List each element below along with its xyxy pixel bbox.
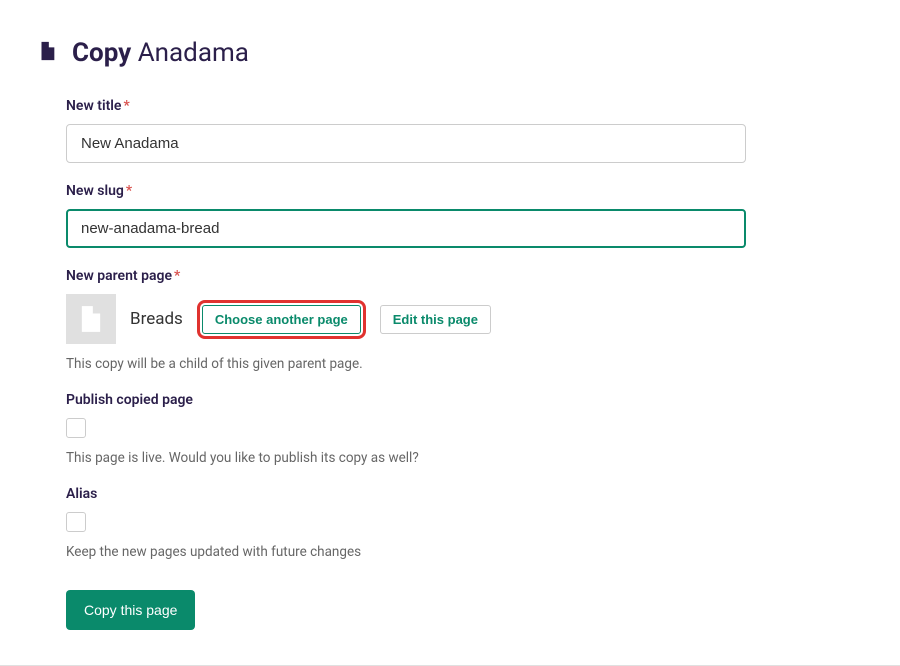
alias-field: Alias Keep the new pages updated with fu… xyxy=(66,486,746,560)
parent-page-field: New parent page* Breads Choose another p… xyxy=(66,268,746,372)
page-title: Copy Anadama xyxy=(72,38,249,68)
alias-label: Alias xyxy=(66,486,746,502)
parent-thumbnail xyxy=(66,294,116,344)
copy-this-page-button[interactable]: Copy this page xyxy=(66,590,195,630)
new-title-label: New title* xyxy=(66,98,746,114)
parent-help-text: This copy will be a child of this given … xyxy=(66,356,746,372)
new-slug-label: New slug* xyxy=(66,183,746,199)
publish-field: Publish copied page This page is live. W… xyxy=(66,392,746,466)
publish-checkbox[interactable] xyxy=(66,418,86,438)
new-slug-input[interactable] xyxy=(66,209,746,248)
page-header: Copy Anadama xyxy=(36,38,864,68)
publish-label: Publish copied page xyxy=(66,392,746,408)
parent-page-name: Breads xyxy=(130,309,183,329)
new-title-field: New title* xyxy=(66,98,746,163)
parent-page-label: New parent page* xyxy=(66,268,746,284)
choose-another-page-button[interactable]: Choose another page xyxy=(202,305,361,334)
edit-this-page-button[interactable]: Edit this page xyxy=(380,305,491,334)
alias-help-text: Keep the new pages updated with future c… xyxy=(66,544,746,560)
new-title-input[interactable] xyxy=(66,124,746,163)
publish-help-text: This page is live. Would you like to pub… xyxy=(66,450,746,466)
annotation-highlight: Choose another page xyxy=(197,300,366,339)
alias-checkbox[interactable] xyxy=(66,512,86,532)
document-icon xyxy=(36,40,58,66)
new-slug-field: New slug* xyxy=(66,183,746,248)
